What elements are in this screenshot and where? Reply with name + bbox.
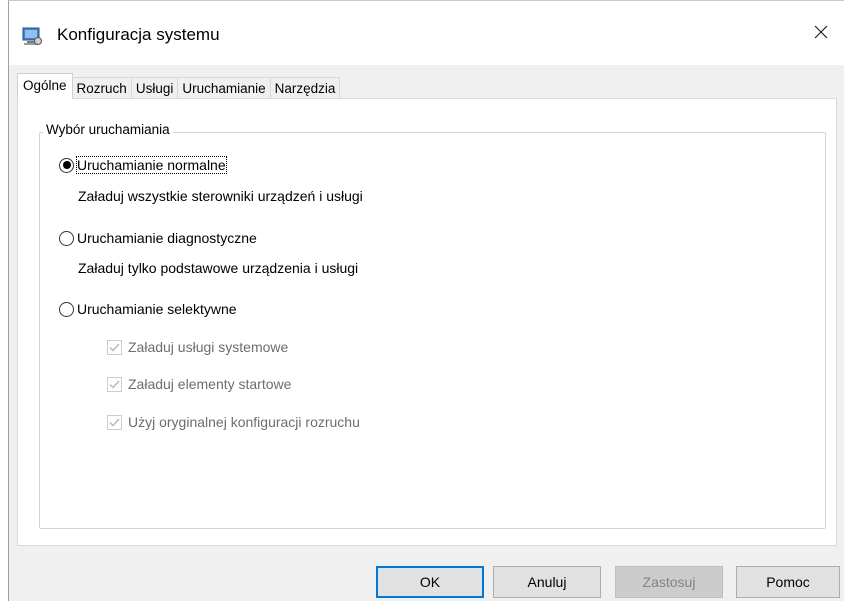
radio-button[interactable] — [59, 230, 74, 246]
tab-boot[interactable]: Rozruch — [71, 77, 132, 99]
tab-strip: Ogólne Rozruch Usługi Uruchamianie Narzę… — [17, 73, 341, 99]
ok-button[interactable]: OK — [376, 566, 484, 598]
group-label: Wybór uruchamiania — [43, 122, 173, 137]
tab-general[interactable]: Ogólne — [17, 73, 73, 99]
window-title: Konfiguracja systemu — [57, 25, 220, 44]
radio-label-selective: Uruchamianie selektywne — [77, 301, 237, 317]
checkbox-checked-disabled[interactable] — [107, 376, 122, 392]
checkbox-label: Użyj oryginalnej konfiguracji rozruchu — [128, 414, 360, 430]
checkbox-checked-disabled[interactable] — [107, 414, 122, 430]
checkbox-load-startup-items[interactable]: Załaduj elementy startowe — [107, 376, 291, 392]
radio-diagnostic-startup[interactable]: Uruchamianie diagnostyczne — [59, 230, 257, 246]
help-button[interactable]: Pomoc — [736, 566, 840, 598]
checkbox-checked-disabled[interactable] — [107, 339, 122, 355]
normal-startup-description: Załaduj wszystkie sterowniki urządzeń i … — [78, 188, 363, 204]
radio-selective-startup[interactable]: Uruchamianie selektywne — [59, 301, 237, 317]
tab-tools[interactable]: Narzędzia — [269, 77, 341, 99]
radio-normal-startup[interactable]: Uruchamianie normalne — [59, 156, 227, 174]
cancel-button[interactable]: Anuluj — [493, 566, 601, 598]
radio-label-diagnostic: Uruchamianie diagnostyczne — [77, 230, 257, 246]
checkbox-load-system-services[interactable]: Załaduj usługi systemowe — [107, 339, 288, 355]
msconfig-icon — [21, 27, 43, 47]
close-icon — [813, 24, 829, 43]
radio-label-normal: Uruchamianie normalne — [76, 156, 227, 174]
checkbox-use-original-boot-config[interactable]: Użyj oryginalnej konfiguracji rozruchu — [107, 414, 360, 430]
diagnostic-startup-description: Załaduj tylko podstawowe urządzenia i us… — [78, 260, 359, 276]
apply-button[interactable]: Zastosuj — [615, 566, 723, 598]
general-tab-panel: Wybór uruchamiania Uruchamianie normalne… — [17, 98, 837, 546]
dialog-footer: OK Anuluj Zastosuj Pomoc — [9, 546, 844, 602]
tab-services[interactable]: Usługi — [130, 77, 179, 99]
checkbox-label: Załaduj elementy startowe — [128, 376, 292, 392]
tab-startup[interactable]: Uruchamianie — [177, 77, 271, 99]
close-button[interactable] — [798, 13, 844, 53]
system-configuration-window: Konfiguracja systemu Ogólne Rozruch Usłu… — [8, 0, 844, 601]
checkbox-label: Załaduj usługi systemowe — [128, 339, 289, 355]
radio-button-selected[interactable] — [59, 157, 74, 173]
radio-button[interactable] — [59, 301, 74, 317]
title-bar: Konfiguracja systemu — [9, 1, 844, 65]
